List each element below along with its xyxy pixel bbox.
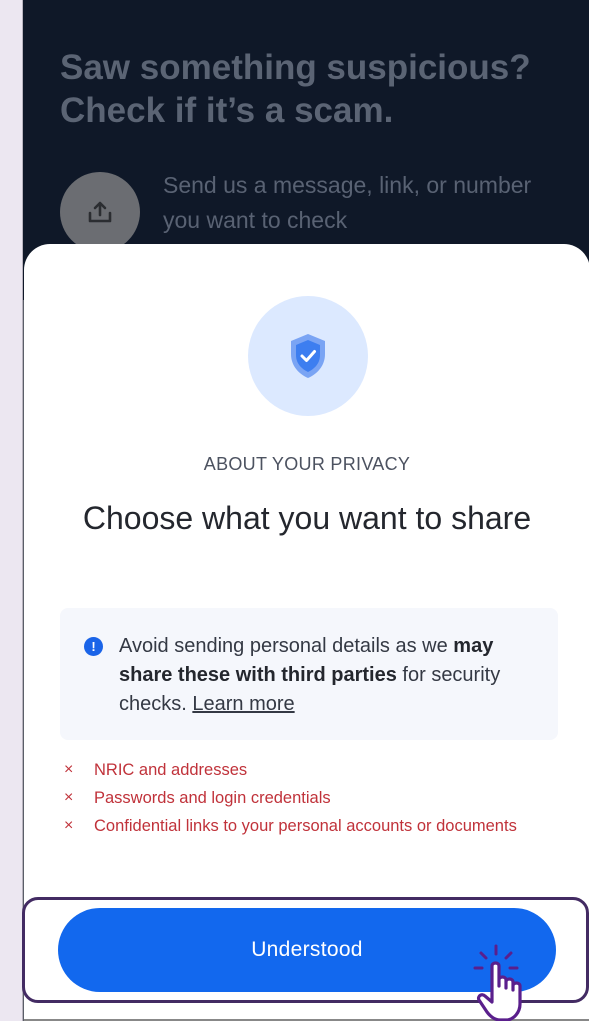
warning-text: NRIC and addresses bbox=[94, 761, 248, 779]
warning-list: × NRIC and addresses × Passwords and log… bbox=[64, 760, 544, 844]
shield-check-icon bbox=[248, 296, 368, 416]
list-item: × Passwords and login credentials bbox=[64, 788, 544, 809]
background-title: Saw something suspicious? Check if it’s … bbox=[60, 48, 531, 130]
privacy-eyebrow: ABOUT YOUR PRIVACY bbox=[203, 454, 411, 474]
warning-text: Confidential links to your personal acco… bbox=[94, 817, 517, 835]
exclamation-icon: ! bbox=[84, 637, 103, 656]
info-text: Avoid sending personal details as we may… bbox=[119, 632, 534, 719]
privacy-info-box: ! Avoid sending personal details as we m… bbox=[60, 608, 558, 740]
learn-more-link[interactable]: Learn more bbox=[192, 693, 294, 715]
background-upload-row: Send us a message, link, or number you w… bbox=[60, 172, 589, 252]
upload-icon bbox=[60, 172, 140, 252]
background-description: Send us a message, link, or number you w… bbox=[163, 172, 532, 233]
list-item: × NRIC and addresses bbox=[64, 760, 544, 781]
close-icon: × bbox=[64, 761, 74, 778]
close-icon: × bbox=[64, 789, 74, 806]
info-text-before: Avoid sending personal details as we bbox=[119, 635, 454, 657]
list-item: × Confidential links to your personal ac… bbox=[64, 816, 544, 837]
phone-screen: Saw something suspicious? Check if it’s … bbox=[22, 0, 589, 1021]
hand-pointer-icon bbox=[473, 944, 522, 1021]
warning-text: Passwords and login credentials bbox=[94, 789, 331, 807]
close-icon: × bbox=[64, 817, 74, 834]
sheet-headline: Choose what you want to share bbox=[82, 500, 532, 536]
